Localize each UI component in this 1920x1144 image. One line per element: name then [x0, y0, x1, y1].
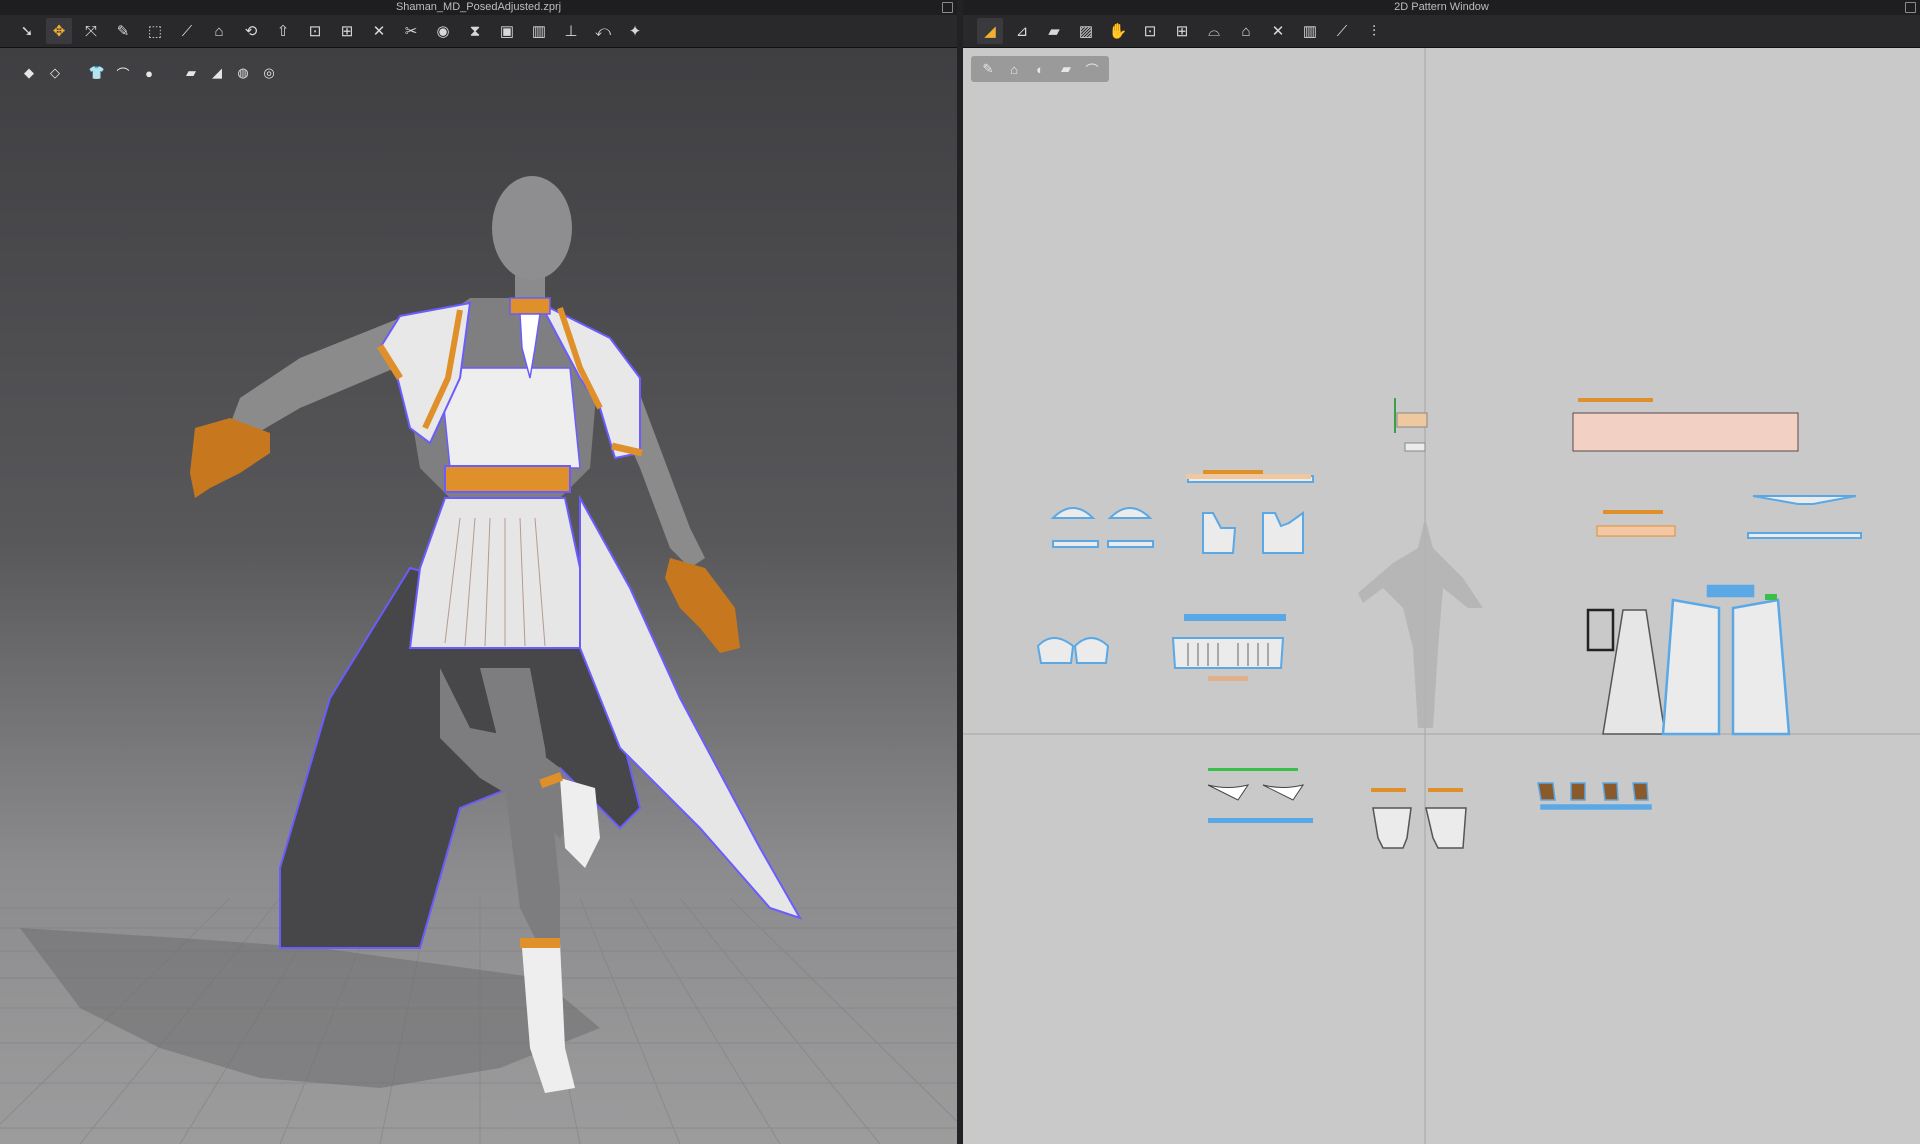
2d-view-toolbar: ✎ ⌂ ◐ ▰ ⌒ [971, 56, 1109, 82]
grid-icon[interactable]: ⊞ [334, 18, 360, 44]
measure-icon[interactable]: ⊥ [558, 18, 584, 44]
texture-swatch-icon[interactable]: ▰ [1057, 60, 1075, 78]
hanger-swatch-icon[interactable]: ⌒ [1083, 60, 1101, 78]
rectangle-icon[interactable]: ▨ [1073, 18, 1099, 44]
window-titlebar: 2D Pattern Window [963, 0, 1920, 15]
select-mesh-icon[interactable]: ⤧ [78, 18, 104, 44]
dart-icon[interactable]: ⊡ [1137, 18, 1163, 44]
garment-waist-belt[interactable] [444, 465, 571, 493]
texture-icon[interactable]: ▰ [182, 64, 200, 82]
fold-icon[interactable]: ⟲ [238, 18, 264, 44]
internal-line-icon[interactable]: ✋ [1105, 18, 1131, 44]
pattern-waist-belt[interactable] [1186, 470, 1311, 479]
garment-toggle-icon[interactable]: 👕 [88, 64, 106, 82]
window-restore-icon[interactable] [1905, 2, 1916, 13]
pattern-glove-pieces[interactable] [1537, 782, 1652, 810]
segment-sewing-icon[interactable]: ⌓ [1201, 18, 1227, 44]
environment-icon[interactable]: ◎ [260, 64, 278, 82]
tuck-icon[interactable]: ✕ [1265, 18, 1291, 44]
box-select-icon[interactable]: ⬚ [142, 18, 168, 44]
avatar-right-glove[interactable] [665, 558, 740, 653]
tape-icon[interactable]: ⤺ [590, 18, 616, 44]
pattern-garment-icon[interactable]: ⌂ [1005, 60, 1023, 78]
pattern-bodice-pieces[interactable] [1187, 475, 1314, 554]
avatar-toggle-icon[interactable]: ● [140, 64, 158, 82]
cut-icon[interactable]: ✂ [398, 18, 424, 44]
pleat-icon[interactable]: ▥ [1297, 18, 1323, 44]
zipper-icon[interactable]: ⧗ [462, 18, 488, 44]
3d-viewport[interactable]: ◆ ◇ 👕 ⌒ ● ▰ ◢ ◍ ◎ [0, 48, 957, 1144]
avatar-silhouette [1358, 518, 1483, 728]
avatar-head [492, 176, 572, 280]
garment-bodice[interactable] [439, 367, 581, 469]
window-title: Shaman_MD_PosedAdjusted.zprj [395, 1, 562, 13]
3d-toolbar: ➘ ✥ ⤧ ✎ ⬚ ⟋ ⌂ ⟲ ⇧ ⊡ ⊞ ✕ ✂ ◉ ⧗ ▣ ▥ ⊥ ⤺ ✦ [0, 15, 957, 48]
transform-pattern-icon[interactable]: ◢ [977, 18, 1003, 44]
avatar-pose-icon[interactable]: ✦ [622, 18, 648, 44]
hanger-icon[interactable]: ⌒ [114, 64, 132, 82]
puckering-icon[interactable]: ▥ [526, 18, 552, 44]
avatar-left-arm [225, 318, 400, 443]
3d-scene[interactable] [0, 48, 957, 1144]
edit-pattern-icon[interactable]: ⊿ [1009, 18, 1035, 44]
pattern-cape-panels[interactable] [1586, 584, 1791, 736]
pattern-sock-pieces[interactable] [1371, 788, 1467, 849]
avatar-sock-raised[interactable] [560, 778, 600, 868]
pattern-belt-strips[interactable] [1596, 510, 1676, 537]
window-title: 2D Pattern Window [1394, 1, 1489, 13]
2d-pattern-viewport[interactable]: ✎ ⌂ ◐ ▰ ⌒ [963, 48, 1920, 1144]
2d-toolbar: ◢ ⊿ ▰ ▨ ✋ ⊡ ⊞ ⌓ ⌂ ✕ ▥ ⟋ ⫶ [963, 15, 1920, 48]
3d-view-toolbar: ◆ ◇ 👕 ⌒ ● ▰ ◢ ◍ ◎ [12, 60, 286, 86]
info-icon[interactable]: ◐ [1031, 60, 1049, 78]
ruler-icon[interactable]: ⫶ [1361, 18, 1387, 44]
pin-icon[interactable]: ⇧ [270, 18, 296, 44]
pattern-bodice-cups[interactable] [1036, 637, 1110, 664]
strain-map-icon[interactable]: ◢ [208, 64, 226, 82]
pencil-icon[interactable]: ✎ [979, 60, 997, 78]
line-tool-icon[interactable]: ⟋ [174, 18, 200, 44]
pattern-lower-pieces[interactable] [1207, 768, 1313, 823]
button-icon[interactable]: ◉ [430, 18, 456, 44]
pattern-collar-pieces[interactable] [1050, 507, 1154, 548]
garment-icon[interactable]: ⌂ [206, 18, 232, 44]
fabric-icon[interactable]: ▣ [494, 18, 520, 44]
3d-garment-window: Shaman_MD_PosedAdjusted.zprj ➘ ✥ ⤧ ✎ ⬚ ⟋ ⌂ ⟲ ⇧ ⊡ ⊞… [0, 0, 957, 1144]
free-sewing-icon[interactable]: ⌂ [1233, 18, 1259, 44]
wire-view-icon[interactable]: ◇ [46, 64, 64, 82]
move-icon[interactable]: ✥ [46, 18, 72, 44]
shaded-view-icon[interactable]: ◆ [20, 64, 38, 82]
light-icon[interactable]: ◍ [234, 64, 252, 82]
garment-collar[interactable] [509, 297, 551, 315]
avatar-left-glove[interactable] [190, 418, 270, 498]
window-restore-icon[interactable] [942, 2, 953, 13]
topstitch-icon[interactable]: ⟋ [1329, 18, 1355, 44]
pattern-board[interactable] [963, 48, 1920, 1144]
window-titlebar: Shaman_MD_PosedAdjusted.zprj [0, 0, 957, 15]
select-arrow-icon[interactable]: ➘ [14, 18, 40, 44]
polygon-icon[interactable]: ▰ [1041, 18, 1067, 44]
sock-cuff-standing [520, 938, 560, 948]
pattern-tie-pieces[interactable] [1747, 495, 1862, 539]
brush-icon[interactable]: ✎ [110, 18, 136, 44]
pattern-small-pieces[interactable] [1394, 398, 1428, 452]
avatar-shadow [20, 928, 600, 1088]
tack-icon[interactable]: ✕ [366, 18, 392, 44]
2d-pattern-window: 2D Pattern Window ◢ ⊿ ▰ ▨ ✋ ⊡ ⊞ ⌓ ⌂ ✕ ▥ ⟋ ⫶ [963, 0, 1920, 1144]
seam-icon[interactable]: ⊡ [302, 18, 328, 44]
fold-arrange-icon[interactable]: ⊞ [1169, 18, 1195, 44]
pattern-gathered-panel[interactable] [1572, 398, 1799, 452]
